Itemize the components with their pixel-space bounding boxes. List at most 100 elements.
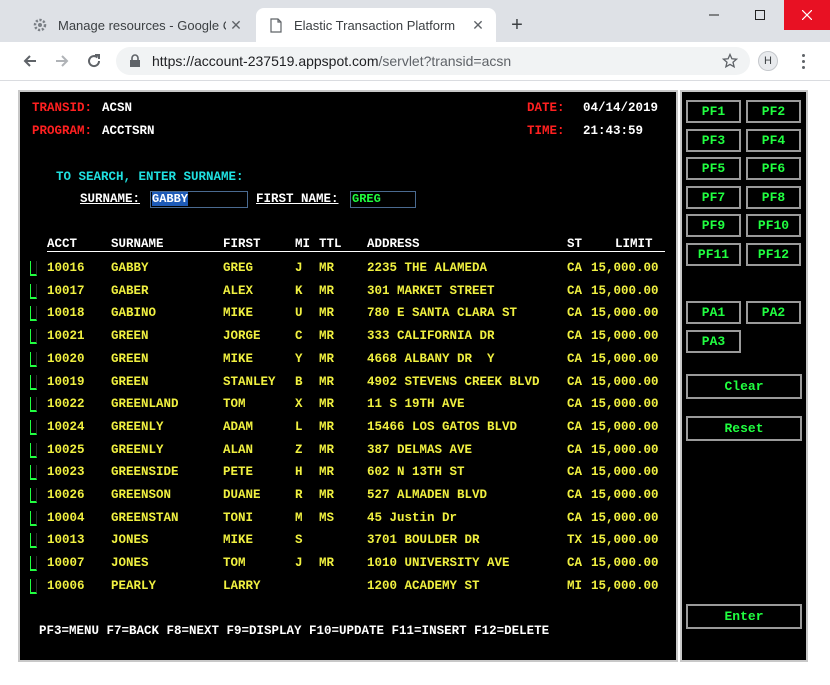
reset-button[interactable]: Reset xyxy=(686,416,802,441)
date-value: 04/14/2019 xyxy=(583,101,659,115)
row-select-field[interactable] xyxy=(30,442,37,458)
menu-dots-icon[interactable] xyxy=(795,51,811,71)
close-window-icon[interactable] xyxy=(784,0,830,30)
key-pf8[interactable]: PF8 xyxy=(746,185,801,209)
page-content: TRANSID: ACSN PROGRAM: ACCTSRN DATE: 04/… xyxy=(0,81,830,685)
cell-mi: H xyxy=(295,465,303,480)
row-select-field[interactable] xyxy=(30,510,37,526)
cell-acct: 10006 xyxy=(47,578,85,593)
key-pf5[interactable]: PF5 xyxy=(686,157,741,180)
program-label: PROGRAM: xyxy=(32,124,93,138)
bookmark-star-icon[interactable] xyxy=(720,51,740,71)
surname-input[interactable]: GABBY xyxy=(150,191,248,208)
maximize-icon[interactable] xyxy=(737,0,783,30)
row-select-field[interactable] xyxy=(30,556,37,572)
col-ttl: TTL xyxy=(319,237,342,251)
cell-first: MIKE xyxy=(223,351,254,366)
cell-ttl: MR xyxy=(319,374,335,389)
cell-mi: J xyxy=(295,556,303,571)
cell-ttl: MR xyxy=(319,556,335,571)
tab-strip: Manage resources - Google Clou ✕ Elastic… xyxy=(0,0,830,42)
row-select-field[interactable] xyxy=(30,261,37,276)
time-value: 21:43:59 xyxy=(583,124,644,138)
cell-limit: 15,000.00 xyxy=(591,351,659,366)
cell-acct: 10020 xyxy=(47,351,85,366)
cell-address: 3701 BOULDER DR xyxy=(367,533,480,548)
new-tab-button[interactable]: + xyxy=(506,14,528,36)
key-pf10[interactable]: PF10 xyxy=(746,214,801,237)
row-select-field[interactable] xyxy=(30,374,37,390)
cell-st: CA xyxy=(567,419,583,434)
row-select-field[interactable] xyxy=(30,329,37,345)
key-pf4[interactable]: PF4 xyxy=(746,128,801,152)
key-pf6[interactable]: PF6 xyxy=(746,157,801,180)
first-name-input[interactable]: GREG xyxy=(350,191,416,208)
cell-surname: GREENSIDE xyxy=(111,465,179,480)
cell-first: PETE xyxy=(223,465,254,480)
cell-ttl: MR xyxy=(319,283,335,298)
row-select-field[interactable] xyxy=(30,465,37,481)
row-select-field[interactable] xyxy=(30,419,37,435)
clear-button[interactable]: Clear xyxy=(686,374,802,399)
key-pf1[interactable]: PF1 xyxy=(686,100,741,123)
cell-address: 387 DELMAS AVE xyxy=(367,442,473,457)
cell-mi: L xyxy=(295,419,303,434)
profile-avatar[interactable]: H xyxy=(758,51,778,71)
cell-surname: GREEN xyxy=(111,329,149,344)
cell-address: 4902 STEVENS CREEK BLVD xyxy=(367,374,540,389)
cell-ttl: MR xyxy=(319,397,335,412)
cell-limit: 15,000.00 xyxy=(591,397,659,412)
cell-first: MIKE xyxy=(223,533,254,548)
row-select-field[interactable] xyxy=(30,351,37,367)
close-tab-icon[interactable]: ✕ xyxy=(226,15,246,35)
browser-toolbar: https://account-237519.appspot.com/servl… xyxy=(0,42,830,81)
key-pf2[interactable]: PF2 xyxy=(746,100,801,123)
cell-ttl: MR xyxy=(319,329,335,344)
key-pf9[interactable]: PF9 xyxy=(686,214,741,237)
browser-window: Manage resources - Google Clou ✕ Elastic… xyxy=(0,0,830,685)
key-pa2[interactable]: PA2 xyxy=(746,301,801,324)
cell-limit: 15,000.00 xyxy=(591,261,659,275)
cell-st: CA xyxy=(567,556,583,571)
cell-limit: 15,000.00 xyxy=(591,556,659,571)
key-pf11[interactable]: PF11 xyxy=(686,242,741,266)
cell-ttl: MR xyxy=(319,419,335,434)
row-select-field[interactable] xyxy=(30,533,37,549)
key-pa3[interactable]: PA3 xyxy=(686,330,741,353)
col-mi: MI xyxy=(295,237,311,251)
reload-icon[interactable] xyxy=(83,50,105,72)
key-pf3[interactable]: PF3 xyxy=(686,128,741,152)
cell-mi: S xyxy=(295,533,303,548)
enter-button[interactable]: Enter xyxy=(686,604,802,629)
close-tab-icon[interactable]: ✕ xyxy=(468,15,488,35)
cell-limit: 15,000.00 xyxy=(591,306,659,321)
col-st: ST xyxy=(567,237,583,251)
transid-label: TRANSID: xyxy=(32,101,93,115)
row-select-field[interactable] xyxy=(30,283,37,299)
cell-mi: K xyxy=(295,283,303,298)
row-select-field[interactable] xyxy=(30,306,37,322)
first-name-label: FIRST NAME: xyxy=(256,192,339,206)
cell-first: ALEX xyxy=(223,283,254,298)
cell-st: CA xyxy=(567,510,583,525)
address-bar[interactable]: https://account-237519.appspot.com/servl… xyxy=(116,47,750,75)
key-pf12[interactable]: PF12 xyxy=(746,242,801,266)
tab-manage-resources[interactable]: Manage resources - Google Clou ✕ xyxy=(20,8,254,42)
key-pa1[interactable]: PA1 xyxy=(686,301,741,324)
back-arrow-icon[interactable] xyxy=(19,50,41,72)
terminal-screen: TRANSID: ACSN PROGRAM: ACCTSRN DATE: 04/… xyxy=(18,90,678,662)
tab-elastic-transaction-platform[interactable]: Elastic Transaction Platform ✕ xyxy=(256,8,496,42)
cell-ttl: MR xyxy=(319,465,335,480)
cell-st: CA xyxy=(567,306,583,321)
cell-first: ADAM xyxy=(223,419,254,434)
key-pf7[interactable]: PF7 xyxy=(686,185,741,209)
cell-address: 780 E SANTA CLARA ST xyxy=(367,306,518,321)
minimize-icon[interactable] xyxy=(691,0,737,30)
forward-arrow-icon[interactable] xyxy=(51,50,73,72)
cell-ttl: MS xyxy=(319,510,335,525)
cell-st: CA xyxy=(567,465,583,480)
row-select-field[interactable] xyxy=(30,488,37,503)
cell-first: MIKE xyxy=(223,306,254,321)
row-select-field[interactable] xyxy=(30,397,37,413)
row-select-field[interactable] xyxy=(30,578,37,594)
